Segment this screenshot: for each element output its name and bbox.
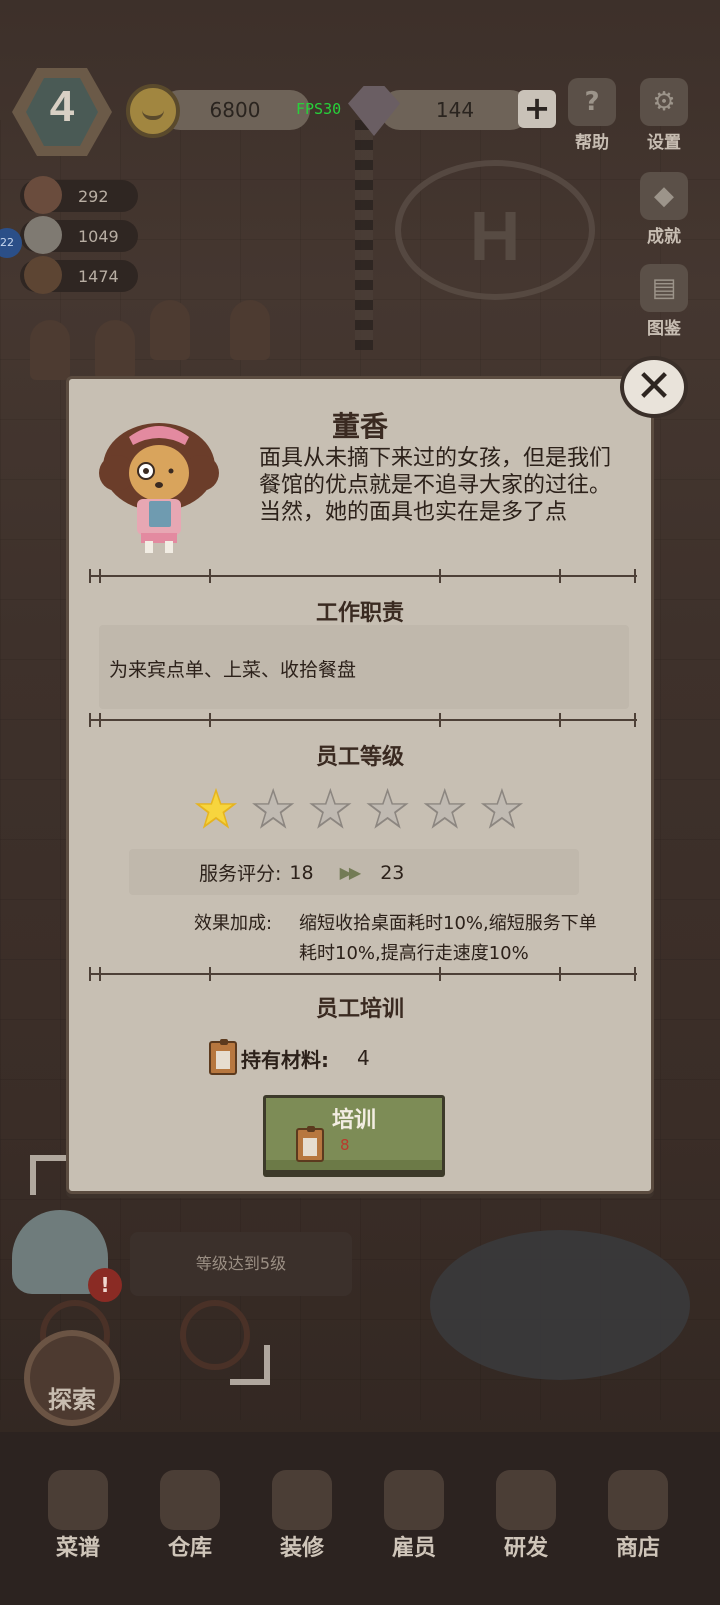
bonus-label: 效果加成: — [194, 913, 273, 934]
nav-label: 菜谱 — [55, 1536, 100, 1561]
resource-value: 292 — [78, 186, 109, 206]
coin-counter: 6800 — [160, 90, 310, 130]
level-title: 员工等级 — [315, 745, 404, 770]
nav-research[interactable]: 研发 — [476, 1470, 576, 1562]
ingredient-icon — [24, 176, 62, 214]
nav-label: 仓库 — [167, 1536, 212, 1561]
coin-icon — [126, 84, 180, 138]
cabinet-icon — [160, 1470, 220, 1530]
employee-description: 面具从未摘下来过的女孩，但是我们餐馆的优点就是不追寻大家的过往。当然，她的面具也… — [259, 446, 612, 525]
hammer-icon — [272, 1470, 332, 1530]
settings-label: 设置 — [647, 133, 681, 153]
stool — [230, 300, 270, 360]
arrow-right-icon: ▶▶ — [339, 863, 362, 882]
resource-value: 1474 — [78, 266, 119, 286]
stool — [150, 300, 190, 360]
resource-row: 1049 — [20, 216, 138, 254]
train-button-label: 培训 — [331, 1108, 376, 1133]
bell-icon — [24, 256, 62, 294]
bonus-text: 缩短收拾桌面耗时10%,缩短服务下单耗时10%,提高行走速度10% — [299, 913, 597, 964]
coin-value: 6800 — [209, 98, 261, 122]
duty-text: 为来宾点单、上菜、收拾餐盘 — [109, 659, 357, 681]
resource-row: 1474 — [20, 256, 138, 294]
clipboard-icon — [209, 1039, 237, 1075]
service-rating: 服务评分: 18 ▶▶ 23 — [199, 859, 404, 886]
train-cost: 8 — [340, 1136, 350, 1154]
helipad-marking: H — [395, 160, 595, 300]
help-button[interactable]: ? 帮助 — [560, 78, 624, 153]
round-counter — [430, 1230, 690, 1380]
player-level: 4 — [49, 82, 75, 131]
duty-title: 工作职责 — [315, 601, 404, 626]
section-divider — [79, 967, 647, 981]
gem-value: 144 — [435, 98, 475, 122]
train-button[interactable]: 培训 8 — [263, 1095, 445, 1173]
recipe-icon — [48, 1470, 108, 1530]
employee-name: 董香 — [331, 410, 388, 443]
gear-icon: ⚙ — [640, 78, 688, 126]
clipboard-icon — [296, 1126, 324, 1162]
chain-rail — [355, 120, 373, 350]
frame-corner — [230, 1345, 270, 1385]
nav-label: 商店 — [615, 1536, 660, 1561]
materials-value: 4 — [357, 1046, 370, 1070]
achievement-label: 成就 — [647, 227, 681, 247]
nav-label: 研发 — [503, 1536, 548, 1561]
star-empty-icon — [480, 787, 524, 829]
shop-bag-icon — [608, 1470, 668, 1530]
diamond-icon: ◆ — [640, 172, 688, 220]
help-label: 帮助 — [575, 133, 609, 153]
explore-button[interactable]: 探索 — [24, 1330, 120, 1426]
star-filled-icon — [194, 787, 238, 829]
jar — [30, 320, 70, 380]
section-divider — [79, 569, 647, 583]
add-gems-button[interactable]: + — [518, 90, 556, 128]
question-icon: ? — [568, 78, 616, 126]
frame-corner — [30, 1155, 70, 1195]
gallery-label: 图鉴 — [647, 319, 681, 339]
close-button[interactable]: ✕ — [620, 356, 688, 418]
resource-value: 1049 — [78, 226, 119, 246]
nav-recipes[interactable]: 菜谱 — [28, 1470, 128, 1562]
nav-shop[interactable]: 商店 — [588, 1470, 688, 1562]
alert-icon: ! — [88, 1268, 122, 1302]
achievement-button[interactable]: ◆ 成就 — [632, 172, 696, 247]
rating-current: 18 — [289, 861, 314, 884]
fps-indicator: FPS30 — [296, 100, 342, 118]
rating-label: 服务评分: — [199, 863, 282, 885]
level-requirement-banner: 等级达到5级 — [130, 1232, 352, 1296]
resource-row: 292 — [20, 176, 138, 214]
pot-icon — [496, 1470, 556, 1530]
materials-row: 持有材料: 4 — [209, 1039, 370, 1075]
people-icon — [24, 216, 62, 254]
nav-decorate[interactable]: 装修 — [252, 1470, 352, 1562]
settings-button[interactable]: ⚙ 设置 — [632, 78, 696, 153]
star-empty-icon — [366, 787, 409, 829]
star-empty-icon — [423, 787, 466, 829]
rating-next: 23 — [380, 861, 405, 884]
gem-counter: 144 — [380, 90, 530, 130]
nav-employees[interactable]: 雇员 — [364, 1470, 464, 1562]
section-divider — [79, 713, 647, 727]
star-empty-icon — [309, 787, 352, 829]
gallery-button[interactable]: ▤ 图鉴 — [632, 264, 696, 339]
player-level-badge[interactable]: 4 — [12, 68, 112, 156]
materials-label: 持有材料: — [241, 1047, 329, 1072]
training-title: 员工培训 — [315, 997, 404, 1022]
book-icon: ▤ — [640, 264, 688, 312]
employee-detail-modal: 董香 面具从未摘下来过的女孩，但是我们餐馆的优点就是不追寻大家的过往。当然，她的… — [66, 376, 654, 1194]
jar — [95, 320, 135, 380]
employee-star-rating — [194, 787, 524, 831]
employee-icon — [384, 1470, 444, 1530]
nav-warehouse[interactable]: 仓库 — [140, 1470, 240, 1562]
nav-label: 雇员 — [391, 1536, 436, 1561]
nav-label: 装修 — [279, 1536, 324, 1561]
star-empty-icon — [252, 787, 295, 829]
